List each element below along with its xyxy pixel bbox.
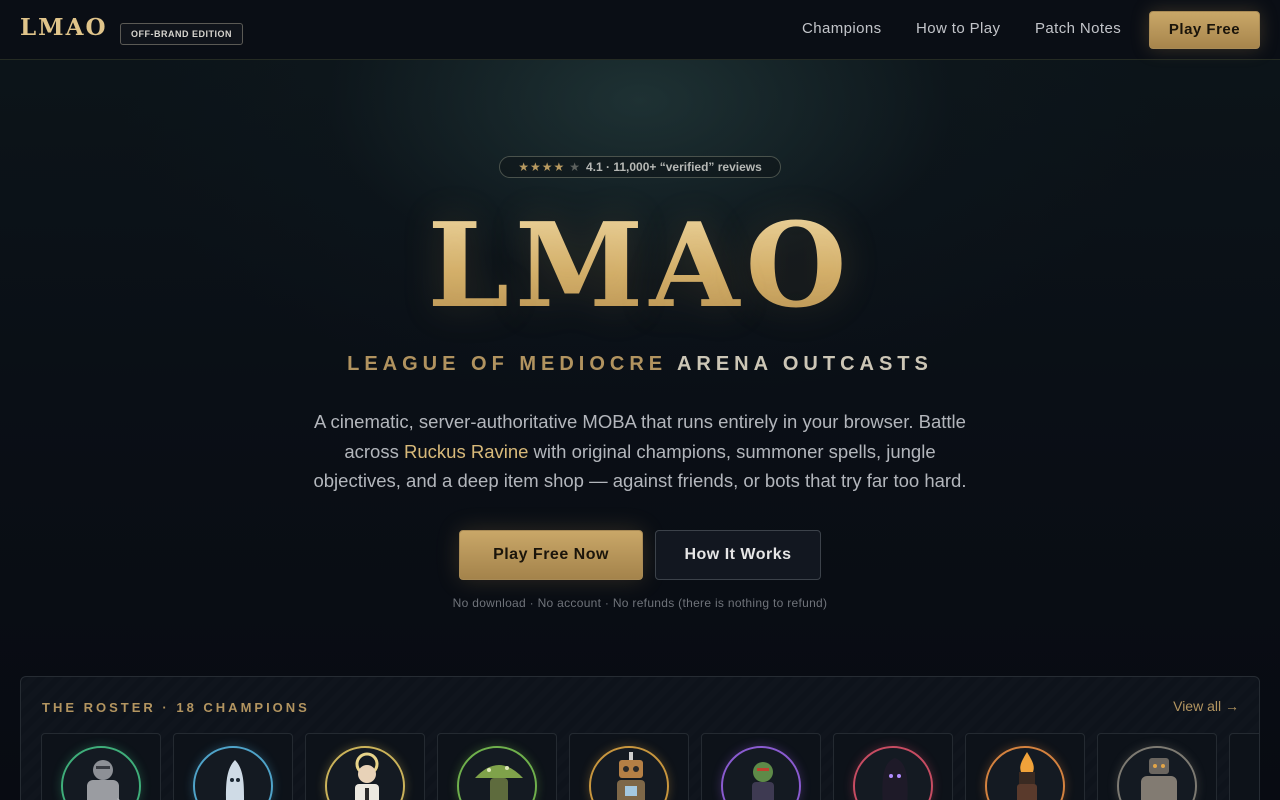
ghost-icon	[193, 746, 273, 800]
tagline-part-1: LEAGUE OF MEDIOCRE	[347, 353, 677, 375]
how-it-works-button[interactable]: How It Works	[655, 530, 821, 580]
champion-card[interactable]	[1229, 733, 1259, 800]
rating-badge: ★★★★ ★ 4.1 · 11,000+ “verified” reviews	[499, 156, 781, 178]
goblin-icon	[721, 746, 801, 800]
hero-title: LMAO	[0, 198, 1280, 334]
champion-card[interactable]	[1097, 733, 1217, 800]
haloed-priest-icon	[325, 746, 405, 800]
armored-knight-icon	[61, 746, 141, 800]
rating-text: 4.1 · 11,000+ “verified” reviews	[586, 160, 762, 174]
roster-heading: THE ROSTER · 18 CHAMPIONS	[42, 700, 310, 715]
brand-logo[interactable]: LMAO	[20, 14, 108, 41]
play-free-now-button[interactable]: Play Free Now	[459, 530, 643, 580]
champion-card[interactable]	[569, 733, 689, 800]
play-free-button[interactable]: Play Free	[1149, 11, 1260, 49]
shadow-figure-icon	[853, 746, 933, 800]
champion-card[interactable]	[305, 733, 425, 800]
view-all-link[interactable]: View all →	[1173, 698, 1239, 714]
rating-stars-icon: ★★★★	[518, 160, 566, 174]
tagline-part-2: ARENA OUTCASTS	[676, 353, 933, 375]
flame-head-icon	[985, 746, 1065, 800]
champion-card[interactable]	[437, 733, 557, 800]
hero-tagline: LEAGUE OF MEDIOCRE ARENA OUTCASTS	[0, 353, 1280, 376]
hero-description: A cinematic, server-authoritative MOBA t…	[300, 407, 980, 496]
nav-patch-notes[interactable]: Patch Notes	[1035, 20, 1121, 37]
top-navbar: LMAO OFF-BRAND EDITION Champions How to …	[0, 0, 1280, 60]
champion-card[interactable]	[965, 733, 1085, 800]
golem-icon	[1117, 746, 1197, 800]
nav-champions[interactable]: Champions	[802, 20, 881, 37]
mushroom-icon	[457, 746, 537, 800]
description-highlight: Ruckus Ravine	[404, 440, 529, 462]
fineprint: No download · No account · No refunds (t…	[452, 596, 828, 610]
rating-empty-star-icon: ★	[569, 160, 580, 174]
champion-card[interactable]	[701, 733, 821, 800]
robot-icon	[589, 746, 669, 800]
champion-card[interactable]	[41, 733, 161, 800]
champion-card[interactable]	[833, 733, 953, 800]
edition-badge: OFF-BRAND EDITION	[120, 23, 243, 45]
roster-panel: THE ROSTER · 18 CHAMPIONS View all →	[20, 676, 1260, 800]
nav-how-to-play[interactable]: How to Play	[916, 20, 1000, 37]
champion-card[interactable]	[173, 733, 293, 800]
